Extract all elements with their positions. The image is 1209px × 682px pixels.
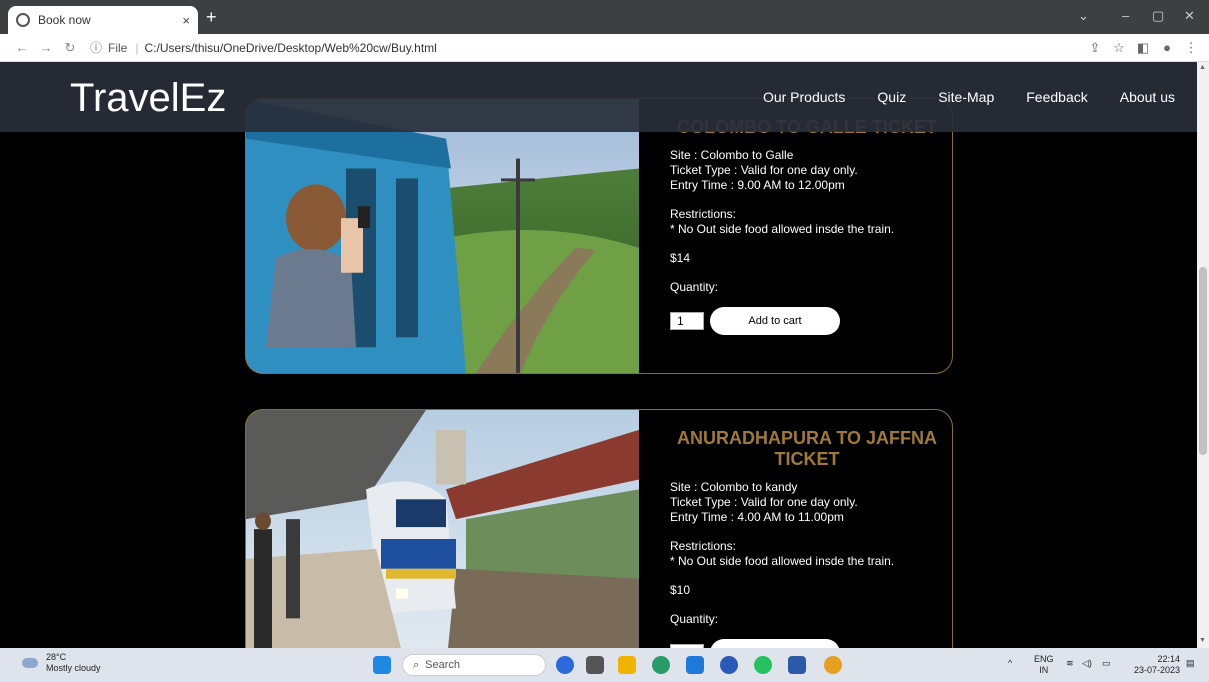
close-window-icon[interactable]: ✕ <box>1184 8 1195 24</box>
tab-title: Book now <box>38 13 91 27</box>
edge-icon[interactable] <box>652 656 670 674</box>
search-placeholder: Search <box>425 659 461 671</box>
quantity-label: Quantity: <box>670 280 719 294</box>
url-text[interactable]: C:/Users/thisu/OneDrive/Desktop/Web%20cw… <box>144 41 436 55</box>
scrollbar-thumb[interactable] <box>1199 267 1207 455</box>
globe-icon <box>16 13 30 27</box>
ticket-price: $14 <box>670 251 691 265</box>
search-icon: ⌕ <box>413 658 420 671</box>
nav-feedback[interactable]: Feedback <box>1026 89 1087 105</box>
restrictions-label: Restrictions: <box>670 539 737 553</box>
minimize-icon[interactable]: – <box>1122 8 1129 23</box>
clock-date: 23-07-2023 <box>1133 665 1180 675</box>
side-panel-icon[interactable]: ◧ <box>1131 40 1155 56</box>
restrictions-label: Restrictions: <box>670 207 737 221</box>
ticket-title: ANURADHAPURA TO JAFFNA TICKET <box>677 428 937 469</box>
ticket-info: ANURADHAPURA TO JAFFNA TICKET Site : Col… <box>670 428 944 648</box>
site-header: TravelEz Our Products Quiz Site-Map Feed… <box>0 62 1197 132</box>
omnibox[interactable]: ⓘ File | C:/Users/thisu/OneDrive/Desktop… <box>90 39 1083 56</box>
language-bottom: IN <box>1039 665 1049 675</box>
restriction-text: * No Out side food allowed insde the tra… <box>670 222 895 236</box>
train-window-photo <box>246 99 639 373</box>
language-top: ENG <box>1034 654 1054 664</box>
language-indicator[interactable]: ENG IN <box>1034 654 1054 676</box>
quantity-label: Quantity: <box>670 612 719 626</box>
back-icon[interactable]: ← <box>10 40 34 55</box>
tray-chevron-icon[interactable]: ^ <box>1008 658 1012 669</box>
ticket-site: Site : Colombo to Galle <box>670 148 794 162</box>
chrome-icon[interactable] <box>824 656 842 674</box>
address-separator: | <box>135 40 139 55</box>
page-scrollbar[interactable]: ▲ ▼ <box>1197 62 1209 648</box>
cloud-icon <box>22 658 38 668</box>
page-viewport: TravelEz Our Products Quiz Site-Map Feed… <box>0 62 1197 648</box>
browser-tab[interactable]: Book now × <box>8 6 198 34</box>
reload-icon[interactable]: ↻ <box>58 40 82 56</box>
weather-text: Mostly cloudy <box>46 663 101 673</box>
bing-icon[interactable] <box>556 656 574 674</box>
info-icon[interactable]: ⓘ <box>90 39 102 56</box>
browser-tabstrip: Book now × + ⌄ – ▢ ✕ <box>0 0 1209 34</box>
quantity-row: Add to cart <box>670 307 944 335</box>
nav-site-map[interactable]: Site-Map <box>938 89 994 105</box>
scroll-up-icon[interactable]: ▲ <box>1199 64 1206 71</box>
restriction-text: * No Out side food allowed insde the tra… <box>670 554 895 568</box>
nav-quiz[interactable]: Quiz <box>877 89 906 105</box>
tab-close-icon[interactable]: × <box>182 13 190 28</box>
ticket-price: $10 <box>670 583 691 597</box>
menu-kebab-icon[interactable]: ⋮ <box>1179 40 1203 56</box>
taskbar: 28°C Mostly cloudy ⌕ Search ^ ENG IN ≋ ◁… <box>0 648 1209 682</box>
ticket-info: COLOMBO TO GALLE TICKET Site : Colombo t… <box>670 117 944 335</box>
temperature: 28°C <box>46 652 67 662</box>
battery-icon[interactable]: ▭ <box>1102 658 1111 669</box>
clock[interactable]: 22:14 23-07-2023 <box>1128 654 1180 676</box>
site-logo[interactable]: TravelEz <box>70 76 226 121</box>
notification-icon[interactable]: ▤ <box>1186 658 1195 669</box>
ticket-site: Site : Colombo to kandy <box>670 480 798 494</box>
ticket-entry-time: Entry Time : 9.00 AM to 12.00pm <box>670 178 845 192</box>
add-to-cart-button[interactable]: Add to cart <box>710 307 840 335</box>
train-station-photo <box>246 410 639 648</box>
app-icon[interactable] <box>720 656 738 674</box>
file-label: File <box>108 40 128 55</box>
wifi-icon[interactable]: ≋ <box>1066 658 1074 669</box>
quantity-input[interactable] <box>670 312 704 330</box>
site-nav: Our Products Quiz Site-Map Feedback Abou… <box>763 89 1175 105</box>
windows-start-icon[interactable] <box>373 656 391 674</box>
taskbar-search[interactable]: ⌕ Search <box>402 654 546 676</box>
add-to-cart-button[interactable] <box>710 639 840 648</box>
bookmark-star-icon[interactable]: ☆ <box>1107 40 1131 56</box>
vscode-icon[interactable] <box>686 656 704 674</box>
share-icon[interactable]: ⇪ <box>1083 40 1107 56</box>
new-tab-button[interactable]: + <box>206 8 217 26</box>
ticket-card: ANURADHAPURA TO JAFFNA TICKET Site : Col… <box>245 409 953 648</box>
nav-about-us[interactable]: About us <box>1120 89 1175 105</box>
scroll-down-icon[interactable]: ▼ <box>1199 637 1206 644</box>
profile-icon[interactable]: ● <box>1155 40 1179 55</box>
address-bar: ← → ↻ ⓘ File | C:/Users/thisu/OneDrive/D… <box>0 34 1209 62</box>
task-view-icon[interactable] <box>586 656 604 674</box>
ticket-card: COLOMBO TO GALLE TICKET Site : Colombo t… <box>245 98 953 374</box>
ticket-entry-time: Entry Time : 4.00 AM to 11.00pm <box>670 510 844 524</box>
maximize-icon[interactable]: ▢ <box>1152 8 1164 24</box>
ticket-type: Ticket Type : Valid for one day only. <box>670 495 858 509</box>
ticket-type: Ticket Type : Valid for one day only. <box>670 163 858 177</box>
volume-icon[interactable]: ◁) <box>1082 658 1092 669</box>
word-icon[interactable] <box>788 656 806 674</box>
quantity-row <box>670 639 944 648</box>
tab-search-icon[interactable]: ⌄ <box>1078 8 1089 24</box>
file-explorer-icon[interactable] <box>618 656 636 674</box>
clock-time: 22:14 <box>1157 654 1180 664</box>
weather-widget[interactable]: 28°C Mostly cloudy <box>22 652 101 674</box>
forward-icon[interactable]: → <box>34 40 58 55</box>
nav-our-products[interactable]: Our Products <box>763 89 845 105</box>
whatsapp-icon[interactable] <box>754 656 772 674</box>
